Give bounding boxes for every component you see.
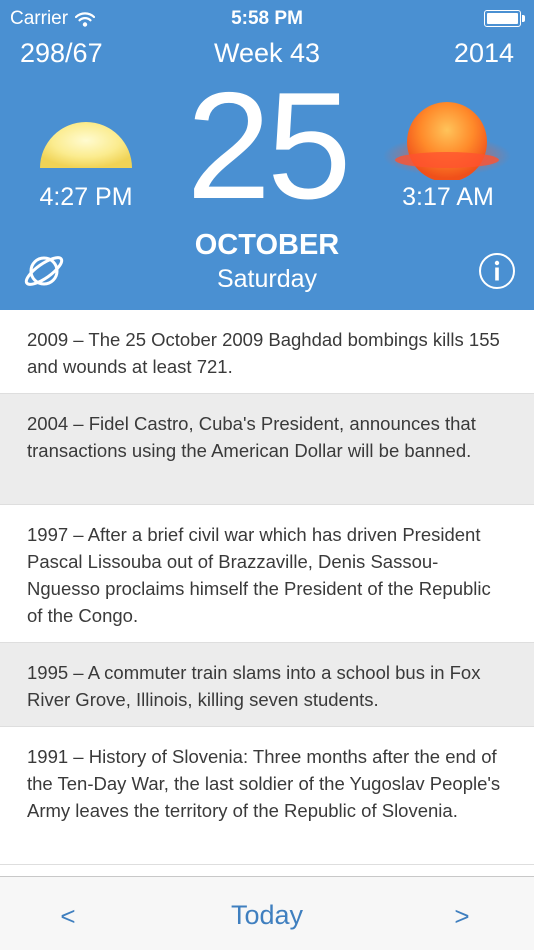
event-item[interactable]: 1991 – History of Slovenia: Three months… [0, 727, 534, 865]
event-item[interactable]: 1997 – After a brief civil war which has… [0, 505, 534, 643]
event-item[interactable]: 2004 – Fidel Castro, Cuba's President, a… [0, 394, 534, 505]
status-time: 5:58 PM [231, 8, 303, 29]
event-item[interactable]: 1995 – A commuter train slams into a sch… [0, 643, 534, 727]
date-header: Carrier 5:58 PM 298/67 Week 43 2014 4:27… [0, 0, 534, 310]
event-item[interactable]: 2009 – The 25 October 2009 Baghdad bombi… [0, 310, 534, 394]
year-label: 2014 [453, 38, 514, 68]
battery-fill [487, 13, 518, 24]
month-label: OCTOBER [194, 229, 340, 261]
day-number: 25 [186, 61, 351, 231]
next-day-button[interactable]: > [434, 899, 490, 933]
previous-day-button[interactable]: < [40, 899, 96, 933]
events-list[interactable]: 2009 – The 25 October 2009 Baghdad bombi… [0, 310, 534, 876]
bottom-toolbar: < Today > [0, 876, 534, 950]
status-bar: Carrier 5:58 PM [0, 0, 534, 38]
planet-icon[interactable] [22, 250, 66, 292]
info-icon[interactable] [478, 252, 516, 290]
weekday-label: Saturday [216, 265, 318, 293]
today-button[interactable]: Today [192, 895, 342, 935]
battery-tip [522, 15, 525, 22]
battery-icon [484, 10, 526, 27]
battery-body [484, 10, 521, 27]
